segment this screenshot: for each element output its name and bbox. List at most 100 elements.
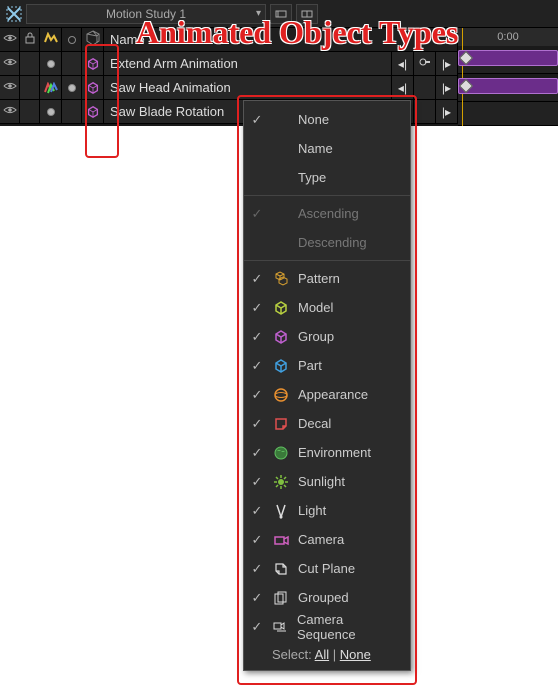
menu-separator bbox=[244, 260, 410, 261]
next-key-icon[interactable]: |▸ bbox=[442, 105, 451, 119]
track-name[interactable]: Extend Arm Animation bbox=[104, 52, 392, 75]
menu-item-label: Part bbox=[298, 358, 322, 373]
menu-item-label: Group bbox=[298, 329, 334, 344]
next-key-icon[interactable]: |▸ bbox=[442, 57, 451, 71]
tracks-header: Name bbox=[0, 28, 458, 52]
select-all-link[interactable]: All bbox=[315, 647, 329, 662]
camera-sequence-icon bbox=[272, 619, 289, 635]
deselect-icon[interactable] bbox=[6, 6, 22, 22]
menu-sort-name[interactable]: Name bbox=[244, 134, 410, 163]
footer-separator: | bbox=[333, 647, 336, 662]
track-name[interactable]: Saw Head Animation bbox=[104, 76, 392, 99]
check-icon: ✓ bbox=[250, 206, 264, 222]
keyed-indicator[interactable] bbox=[47, 60, 55, 68]
menu-filter-light[interactable]: ✓ Light bbox=[244, 496, 410, 525]
menu-sort-descending[interactable]: Descending bbox=[244, 228, 410, 257]
grouped-icon bbox=[272, 590, 290, 606]
footer-select-label: Select: bbox=[272, 647, 312, 662]
menu-select-footer: Select: All | None bbox=[244, 641, 410, 666]
menu-filter-pattern[interactable]: ✓ Pattern bbox=[244, 264, 410, 293]
check-icon: ✓ bbox=[250, 358, 264, 374]
prev-key-icon[interactable]: ◂| bbox=[398, 81, 407, 95]
pattern-icon bbox=[272, 271, 290, 287]
type-header-icon[interactable] bbox=[85, 30, 101, 49]
menu-item-label: Name bbox=[298, 141, 333, 156]
visibility-icon[interactable] bbox=[3, 79, 17, 96]
check-icon: ✓ bbox=[250, 300, 264, 316]
clip[interactable] bbox=[458, 50, 558, 66]
check-icon: ✓ bbox=[250, 387, 264, 403]
name-column-header[interactable]: Name bbox=[104, 28, 458, 51]
menu-filter-camera[interactable]: ✓ Camera bbox=[244, 525, 410, 554]
motion-study-dropdown[interactable]: Motion Study 1 ▾ bbox=[26, 4, 266, 24]
filter-sort-menu: ✓ None Name Type ✓ Ascending Descending … bbox=[243, 100, 411, 671]
menu-filter-model[interactable]: ✓ Model bbox=[244, 293, 410, 322]
menu-filter-environment[interactable]: ✓ Environment bbox=[244, 438, 410, 467]
check-icon: ✓ bbox=[250, 329, 264, 345]
curve-indicator-icon[interactable] bbox=[44, 82, 58, 94]
model-icon bbox=[272, 300, 290, 316]
sunlight-icon bbox=[272, 474, 290, 490]
menu-item-label: Model bbox=[298, 300, 333, 315]
menu-item-label: Sunlight bbox=[298, 474, 345, 489]
menu-item-label: Type bbox=[298, 170, 326, 185]
keyframe-icon[interactable] bbox=[459, 51, 473, 65]
check-icon: ✓ bbox=[250, 561, 264, 577]
menu-filter-camera-sequence[interactable]: ✓ Camera Sequence bbox=[244, 612, 410, 641]
check-icon: ✓ bbox=[250, 112, 264, 128]
check-icon: ✓ bbox=[250, 532, 264, 548]
appearance-icon bbox=[272, 387, 290, 403]
part-icon bbox=[272, 358, 290, 374]
playhead[interactable] bbox=[462, 28, 463, 126]
keyframe-icon[interactable] bbox=[459, 79, 473, 93]
menu-sort-ascending[interactable]: ✓ Ascending bbox=[244, 199, 410, 228]
clip[interactable] bbox=[458, 78, 558, 94]
track-row[interactable]: Extend Arm Animation ◂| |▸ bbox=[0, 52, 458, 76]
check-icon: ✓ bbox=[250, 416, 264, 432]
selection-indicator[interactable] bbox=[68, 84, 76, 92]
menu-item-label: Ascending bbox=[298, 206, 359, 221]
menu-filter-grouped[interactable]: ✓ Grouped bbox=[244, 583, 410, 612]
visibility-icon[interactable] bbox=[3, 55, 17, 72]
toolbar-button-2[interactable] bbox=[296, 4, 318, 24]
select-none-link[interactable]: None bbox=[340, 647, 371, 662]
menu-filter-cutplane[interactable]: ✓ Cut Plane bbox=[244, 554, 410, 583]
selection-header-icon[interactable] bbox=[68, 36, 76, 44]
cutplane-icon bbox=[272, 561, 290, 577]
lock-header-icon[interactable] bbox=[24, 32, 36, 47]
keyed-header-icon[interactable] bbox=[44, 32, 58, 47]
menu-filter-group[interactable]: ✓ Group bbox=[244, 322, 410, 351]
menu-filter-decal[interactable]: ✓ Decal bbox=[244, 409, 410, 438]
visibility-icon[interactable] bbox=[3, 103, 17, 120]
menu-filter-appearance[interactable]: ✓ Appearance bbox=[244, 380, 410, 409]
chevron-down-icon: ▾ bbox=[256, 8, 261, 19]
check-icon: ✓ bbox=[250, 503, 264, 519]
check-icon: ✓ bbox=[250, 619, 264, 635]
menu-item-label: Appearance bbox=[298, 387, 368, 402]
toolbar-button-1[interactable] bbox=[270, 4, 292, 24]
key-icon[interactable] bbox=[419, 56, 431, 71]
menu-filter-sunlight[interactable]: ✓ Sunlight bbox=[244, 467, 410, 496]
keyed-indicator[interactable] bbox=[47, 108, 55, 116]
check-icon: ✓ bbox=[250, 445, 264, 461]
toolbar: Motion Study 1 ▾ bbox=[0, 0, 558, 28]
menu-item-label: Decal bbox=[298, 416, 331, 431]
check-icon: ✓ bbox=[250, 590, 264, 606]
group-type-icon bbox=[86, 105, 100, 119]
menu-sort-none[interactable]: ✓ None bbox=[244, 105, 410, 134]
group-type-icon bbox=[86, 81, 100, 95]
timeline-ruler[interactable]: 0:00 bbox=[458, 28, 558, 46]
menu-item-label: Grouped bbox=[298, 590, 349, 605]
next-key-icon[interactable]: |▸ bbox=[442, 81, 451, 95]
prev-key-icon[interactable]: ◂| bbox=[398, 57, 407, 71]
menu-item-label: Light bbox=[298, 503, 326, 518]
track-row[interactable]: Saw Head Animation ◂| |▸ bbox=[0, 76, 458, 100]
menu-sort-type[interactable]: Type bbox=[244, 163, 410, 192]
check-icon: ✓ bbox=[250, 474, 264, 490]
timeline-area[interactable]: 0:00 bbox=[458, 28, 558, 126]
visibility-header-icon[interactable] bbox=[3, 31, 17, 48]
menu-filter-part[interactable]: ✓ Part bbox=[244, 351, 410, 380]
menu-item-label: Descending bbox=[298, 235, 367, 250]
menu-item-label: Camera Sequence bbox=[297, 612, 402, 642]
menu-item-label: Camera bbox=[298, 532, 344, 547]
